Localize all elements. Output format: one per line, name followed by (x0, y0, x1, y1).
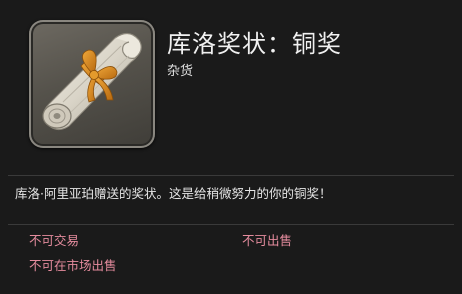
item-tooltip: 库洛奖状：铜奖 杂货 库洛·阿里亚珀赠送的奖状。这是给稍微努力的你的铜奖！ 不可… (0, 0, 462, 294)
item-name: 库洛奖状：铜奖 (167, 30, 342, 58)
item-icon-frame (29, 20, 155, 148)
scroll-with-ribbon-icon (42, 32, 142, 130)
item-category: 杂货 (167, 64, 194, 79)
item-description: 库洛·阿里亚珀赠送的奖状。这是给稍微努力的你的铜奖！ (15, 186, 332, 201)
restriction-market-prohibited: 不可在市场出售 (29, 258, 117, 273)
divider (8, 224, 454, 225)
divider (8, 175, 454, 176)
restriction-untradable: 不可交易 (29, 233, 80, 248)
restriction-unsellable: 不可出售 (242, 233, 293, 248)
